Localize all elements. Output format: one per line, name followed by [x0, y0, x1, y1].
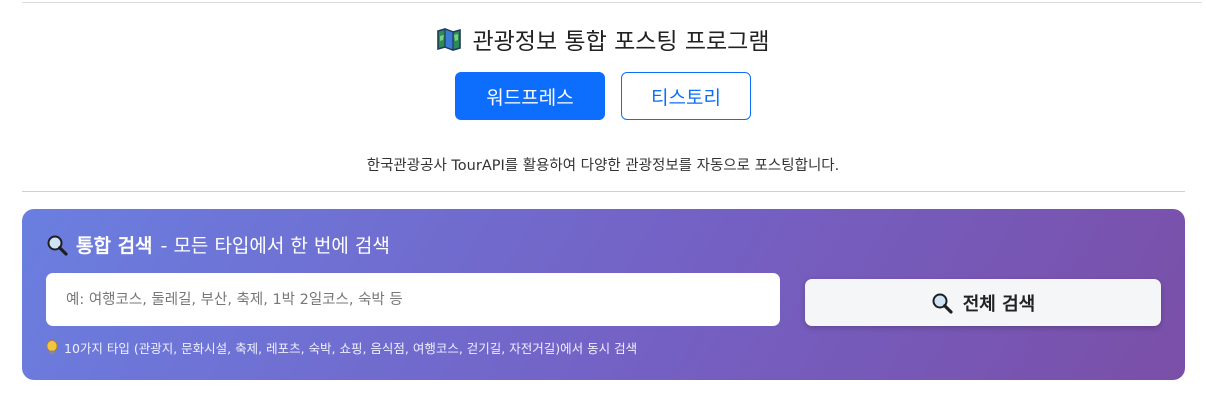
platform-tabs: 워드프레스 티스토리 [0, 72, 1206, 120]
search-hint-text: 10가지 타입 (관광지, 문화시설, 축제, 레포츠, 숙박, 쇼핑, 음식점… [64, 341, 638, 356]
map-icon [437, 28, 462, 51]
page-header: 관광정보 통합 포스팅 프로그램 [0, 22, 1206, 56]
page-title: 관광정보 통합 포스팅 프로그램 [436, 22, 770, 56]
search-title-rest: - 모든 타입에서 한 번에 검색 [160, 235, 390, 257]
unified-search-panel: 통합 검색 - 모든 타입에서 한 번에 검색 전체 검색 10가지 타입 (관… [22, 209, 1185, 380]
search-icon [932, 293, 953, 314]
search-icon [47, 235, 68, 256]
lightbulb-icon [46, 339, 58, 354]
search-panel-title: 통합 검색 - 모든 타입에서 한 번에 검색 [46, 231, 390, 258]
page-subtitle: 한국관광공사 TourAPI를 활용하여 다양한 관광정보를 자동으로 포스팅합… [366, 158, 840, 174]
top-divider [22, 2, 1202, 3]
search-title-strong: 통합 검색 [76, 235, 153, 257]
section-divider [22, 191, 1185, 192]
page-title-text: 관광정보 통합 포스팅 프로그램 [472, 29, 770, 55]
search-all-button-label: 전체 검색 [962, 293, 1036, 315]
tab-wordpress[interactable]: 워드프레스 [455, 72, 605, 120]
search-all-button[interactable]: 전체 검색 [805, 279, 1161, 326]
search-input[interactable] [46, 273, 780, 326]
search-hint: 10가지 타입 (관광지, 문화시설, 축제, 레포츠, 숙박, 쇼핑, 음식점… [46, 338, 637, 357]
tab-tistory[interactable]: 티스토리 [621, 72, 751, 120]
